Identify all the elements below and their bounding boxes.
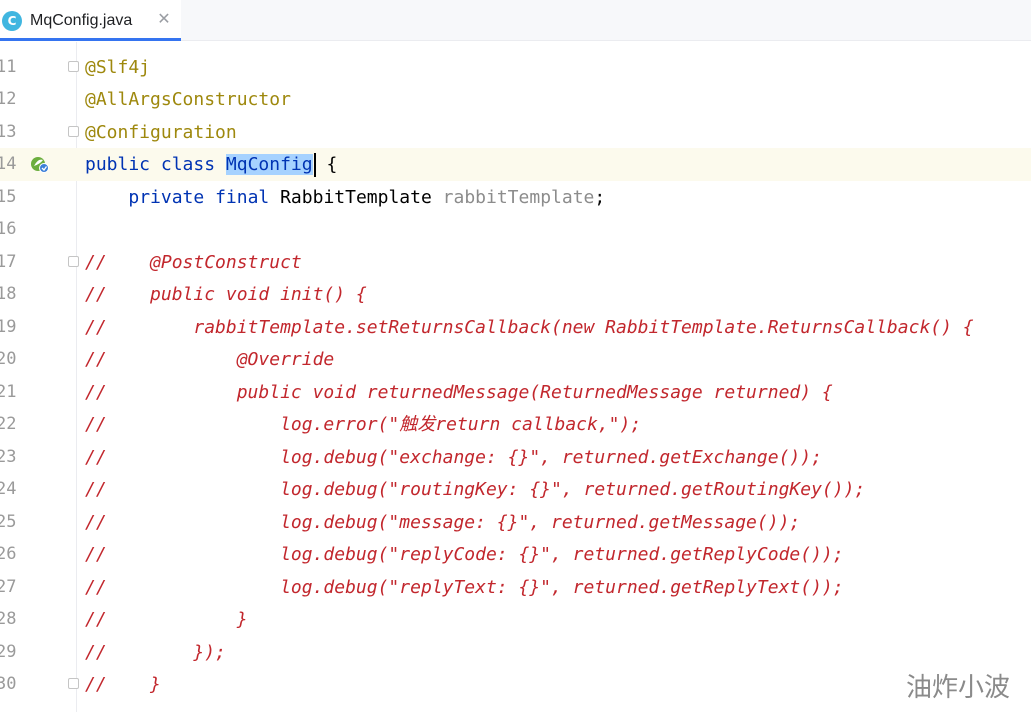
code-line: 12 @AllArgsConstructor bbox=[0, 83, 1031, 116]
line-number: 29 bbox=[0, 642, 17, 662]
code-line: 23 // log.debug("exchange: {}", returned… bbox=[0, 441, 1031, 474]
keyword-class: class bbox=[160, 154, 216, 175]
line-number: 14 bbox=[0, 154, 17, 174]
semicolon: ; bbox=[594, 187, 606, 208]
code-line: 24 // log.debug("routingKey: {}", return… bbox=[0, 473, 1031, 506]
editor-tab-bar: C MqConfig.java ✕ bbox=[0, 0, 1031, 41]
line-number: 26 bbox=[0, 544, 17, 564]
code-line: 15 private final RabbitTemplate rabbitTe… bbox=[0, 181, 1031, 214]
selected-class-name[interactable]: MqConfig bbox=[225, 154, 313, 175]
comment-text: // } bbox=[85, 674, 161, 695]
comment-text: // public void returnedMessage(ReturnedM… bbox=[85, 382, 833, 403]
line-number: 16 bbox=[0, 219, 17, 239]
code-line: 27 // log.debug("replyText: {}", returne… bbox=[0, 571, 1031, 604]
line-number: 17 bbox=[0, 252, 17, 272]
line-number: 11 bbox=[0, 57, 17, 77]
fold-icon[interactable] bbox=[68, 678, 79, 689]
spring-bean-icon[interactable] bbox=[29, 155, 51, 175]
comment-text: // log.debug("routingKey: {}", returned.… bbox=[85, 479, 866, 500]
fold-icon[interactable] bbox=[68, 126, 79, 137]
code-line: 29 // }); bbox=[0, 636, 1031, 669]
open-brace: { bbox=[326, 154, 338, 175]
comment-text: // } bbox=[85, 609, 248, 630]
type-name: RabbitTemplate bbox=[280, 187, 432, 208]
line-number: 12 bbox=[0, 89, 17, 109]
java-class-icon: C bbox=[2, 11, 22, 31]
comment-text: // @Override bbox=[85, 349, 335, 370]
keyword-public: public bbox=[85, 154, 151, 175]
line-number: 22 bbox=[0, 414, 17, 434]
watermark-text: 油炸小波 bbox=[906, 673, 1011, 703]
line-number: 27 bbox=[0, 577, 17, 597]
code-text: @Slf4j bbox=[85, 57, 151, 78]
code-line: 16 bbox=[0, 213, 1031, 246]
line-number: 13 bbox=[0, 122, 17, 142]
code-line: 21 // public void returnedMessage(Return… bbox=[0, 376, 1031, 409]
comment-text: // log.debug("exchange: {}", returned.ge… bbox=[85, 447, 822, 468]
line-number: 21 bbox=[0, 382, 17, 402]
line-number: 20 bbox=[0, 349, 17, 369]
code-line: 11 @Slf4j bbox=[0, 51, 1031, 84]
field-name: rabbitTemplate bbox=[442, 187, 595, 208]
comment-text: // }); bbox=[85, 642, 226, 663]
line-number: 30 bbox=[0, 674, 17, 694]
code-text: public class MqConfig { bbox=[85, 148, 337, 181]
comment-text: // log.error("触发return callback,"); bbox=[85, 414, 642, 435]
code-line: 18 // public void init() { bbox=[0, 278, 1031, 311]
tab-mqconfig-java[interactable]: C MqConfig.java ✕ bbox=[0, 0, 181, 41]
code-line: 28 // } bbox=[0, 603, 1031, 636]
code-text: @AllArgsConstructor bbox=[85, 89, 291, 110]
line-number: 19 bbox=[0, 317, 17, 337]
code-line: 22 // log.error("触发return callback,"); bbox=[0, 408, 1031, 441]
line-number: 18 bbox=[0, 284, 17, 304]
tab-title: MqConfig.java bbox=[30, 12, 133, 29]
code-line: 14 public class MqConfig { bbox=[0, 148, 1031, 181]
line-number: 28 bbox=[0, 609, 17, 629]
comment-text: // log.debug("message: {}", returned.get… bbox=[85, 512, 801, 533]
line-number: 25 bbox=[0, 512, 17, 532]
comment-text: // rabbitTemplate.setReturnsCallback(new… bbox=[85, 317, 974, 338]
comment-text: // log.debug("replyText: {}", returned.g… bbox=[85, 577, 844, 598]
fold-icon[interactable] bbox=[68, 61, 79, 72]
code-text: @Configuration bbox=[85, 122, 237, 143]
line-number: 23 bbox=[0, 447, 17, 467]
line-number: 15 bbox=[0, 187, 17, 207]
code-line: 25 // log.debug("message: {}", returned.… bbox=[0, 506, 1031, 539]
comment-text: // log.debug("replyCode: {}", returned.g… bbox=[85, 544, 844, 565]
code-line: 13 @Configuration bbox=[0, 116, 1031, 149]
comment-text: // public void init() { bbox=[85, 284, 367, 305]
code-line: 19 // rabbitTemplate.setReturnsCallback(… bbox=[0, 311, 1031, 344]
code-line: 17 // @PostConstruct bbox=[0, 246, 1031, 279]
code-editor[interactable]: 11 @Slf4j 12 @AllArgsConstructor 13 @Con… bbox=[0, 42, 1031, 712]
keyword-private: private bbox=[128, 187, 205, 208]
comment-text: // @PostConstruct bbox=[85, 252, 302, 273]
text-caret bbox=[313, 153, 316, 177]
code-text: private final RabbitTemplate rabbitTempl… bbox=[85, 181, 605, 214]
code-line: 20 // @Override bbox=[0, 343, 1031, 376]
fold-icon[interactable] bbox=[68, 256, 79, 267]
code-line: 30 // } bbox=[0, 668, 1031, 701]
line-number: 24 bbox=[0, 479, 17, 499]
code-line: 26 // log.debug("replyCode: {}", returne… bbox=[0, 538, 1031, 571]
close-icon[interactable]: ✕ bbox=[156, 11, 172, 27]
keyword-final: final bbox=[215, 187, 270, 208]
